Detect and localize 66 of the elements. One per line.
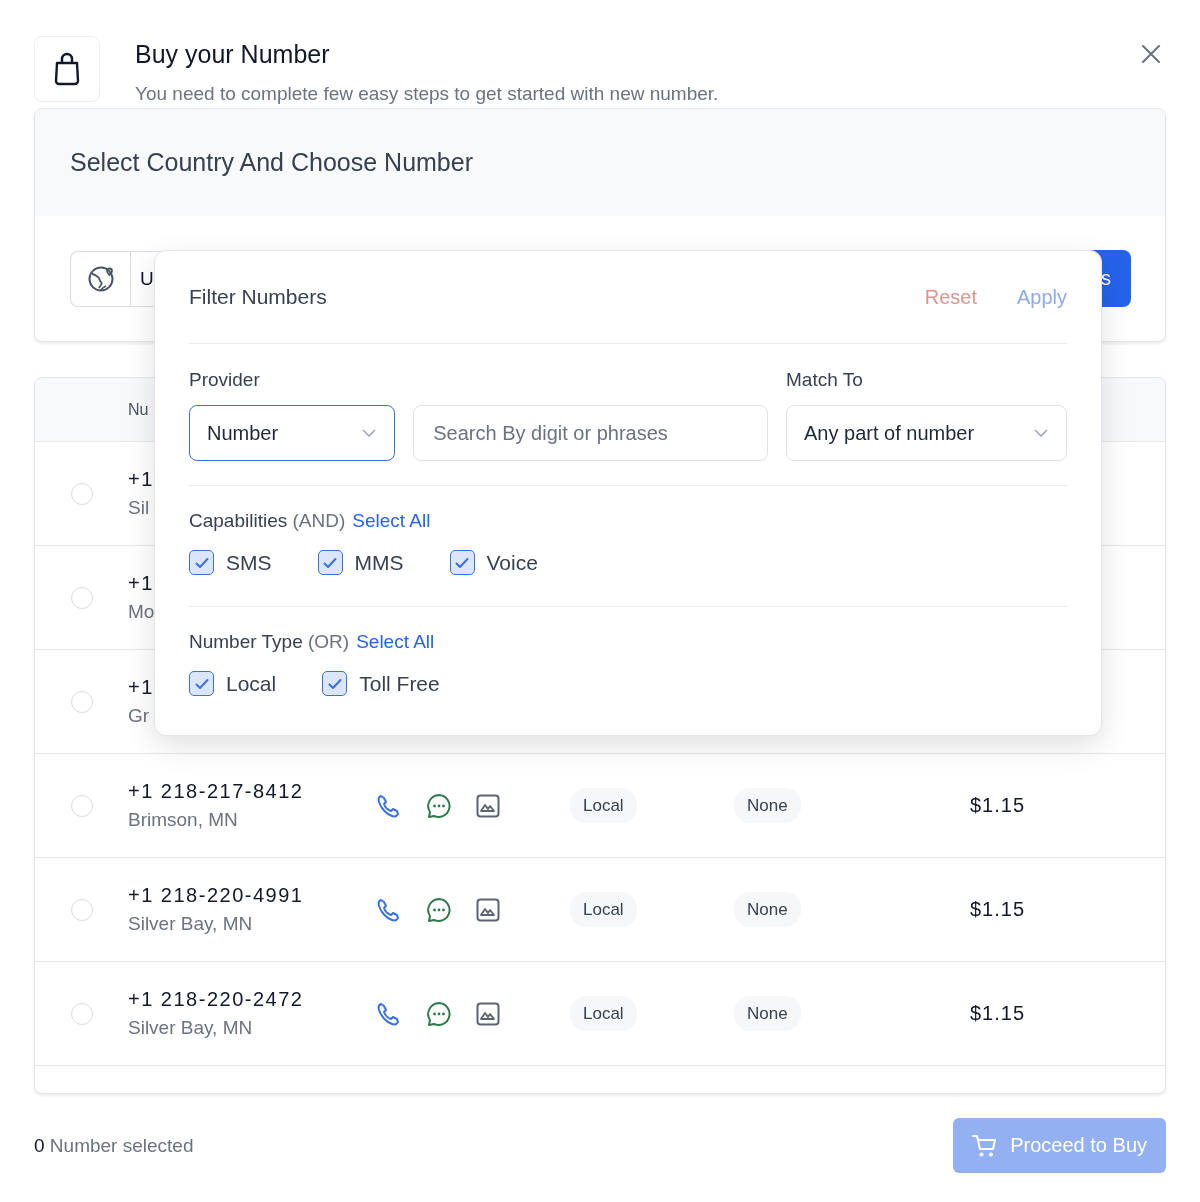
globe-icon bbox=[86, 264, 115, 293]
close-icon[interactable] bbox=[1142, 45, 1160, 63]
price: $1.15 bbox=[970, 794, 1026, 817]
popover-title: Filter Numbers bbox=[189, 285, 327, 309]
check-icon bbox=[323, 556, 337, 569]
chat-icon bbox=[426, 1000, 452, 1027]
checkbox-label: MMS bbox=[354, 550, 404, 575]
checkbox-label: SMS bbox=[226, 550, 272, 575]
location: Brimson, MN bbox=[128, 809, 238, 831]
group-label: Number Type (OR) bbox=[189, 631, 350, 653]
phone-number: +1 bbox=[128, 676, 154, 699]
chevron-down-icon bbox=[1034, 429, 1048, 437]
section-title: Select Country And Choose Number bbox=[70, 148, 473, 177]
check-icon bbox=[455, 556, 469, 569]
checkbox-label: Local bbox=[226, 671, 277, 696]
location: Sil bbox=[128, 497, 150, 519]
country-picker[interactable] bbox=[70, 250, 130, 307]
selected-count: 0 Number selected bbox=[34, 1134, 194, 1157]
chat-icon bbox=[426, 792, 452, 819]
cart-icon bbox=[972, 1132, 999, 1159]
match-select[interactable]: Any part of number bbox=[786, 405, 1067, 461]
checkbox[interactable] bbox=[189, 550, 214, 575]
check-icon bbox=[194, 677, 209, 690]
phone-icon bbox=[376, 792, 402, 819]
checkbox-label: Toll Free bbox=[359, 671, 440, 696]
type-tag: Local bbox=[570, 787, 637, 823]
checkbox[interactable] bbox=[317, 550, 343, 575]
location: Silver Bay, MN bbox=[128, 1017, 253, 1039]
phone-icon bbox=[376, 1000, 402, 1027]
location: Mo bbox=[128, 601, 155, 623]
location: Gr bbox=[128, 705, 150, 727]
type-tag: Local bbox=[570, 995, 637, 1031]
phone-number: +1 218-220-4991 bbox=[128, 884, 304, 907]
address-tag: None bbox=[734, 787, 801, 823]
provider-select[interactable]: Number bbox=[189, 405, 396, 461]
select-all-link[interactable]: Select All bbox=[352, 510, 431, 532]
image-icon bbox=[476, 1001, 500, 1026]
location: Silver Bay, MN bbox=[128, 913, 253, 935]
checkbox-label: Voice bbox=[486, 550, 538, 575]
type-tag: Local bbox=[570, 891, 637, 927]
dialog-title: Buy your Number bbox=[135, 40, 331, 69]
checkbox[interactable] bbox=[449, 550, 475, 575]
image-icon bbox=[476, 897, 500, 922]
field-label: Match To bbox=[786, 369, 864, 392]
check-icon bbox=[194, 556, 209, 569]
field-label: Provider bbox=[189, 369, 261, 392]
price: $1.15 bbox=[970, 1002, 1026, 1025]
checkbox[interactable] bbox=[189, 671, 214, 696]
address-tag: None bbox=[734, 891, 801, 927]
select-all-link[interactable]: Select All bbox=[356, 631, 435, 653]
checkbox[interactable] bbox=[322, 671, 348, 696]
phone-icon bbox=[376, 896, 402, 923]
price: $1.15 bbox=[970, 898, 1026, 921]
chat-icon bbox=[426, 896, 452, 923]
chevron-down-icon bbox=[362, 429, 377, 437]
address-tag: None bbox=[734, 995, 801, 1031]
column-header: Nu bbox=[128, 400, 149, 419]
phone-number: +1 218-217-8412 bbox=[128, 780, 304, 803]
phone-number: +1 218-220-2472 bbox=[128, 988, 304, 1011]
search-field[interactable]: Search By digit or phrases bbox=[413, 405, 768, 461]
image-icon bbox=[476, 793, 500, 818]
group-label: Capabilities (AND) bbox=[189, 510, 346, 532]
phone-number: +1 bbox=[128, 468, 154, 491]
check-icon bbox=[327, 677, 342, 690]
dialog-subtitle: You need to complete few easy steps to get started with new number. bbox=[135, 83, 719, 105]
phone-number: +1 bbox=[128, 572, 154, 595]
